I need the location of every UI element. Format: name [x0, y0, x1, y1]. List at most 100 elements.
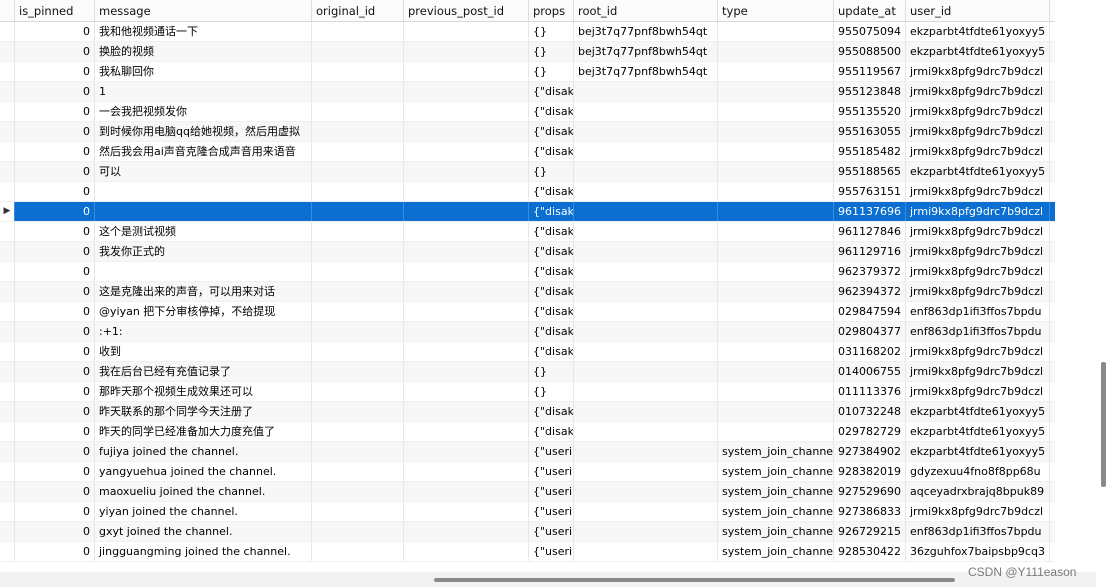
cell-previous-post-id[interactable] — [404, 302, 529, 321]
cell-previous-post-id[interactable] — [404, 62, 529, 81]
table-row[interactable]: 0 换脸的视频 {} bej3t7q77pnf8bwh54qt 955088500 ekz… — [0, 42, 1055, 62]
row-indicator[interactable] — [0, 62, 15, 81]
cell-root-id[interactable] — [574, 262, 718, 281]
cell-user-id[interactable]: jrmi9kx8pfg9drc7b9dczl — [906, 262, 1050, 281]
cell-message[interactable]: 这个是测试视频 — [95, 222, 312, 241]
cell-update-at[interactable]: 962379372 — [834, 262, 906, 281]
cell-props[interactable]: {} — [529, 362, 574, 381]
table-row[interactable]: 0 可以 {} 955188565 ekzparbt4tfdte61yoxyy5 — [0, 162, 1055, 182]
cell-original-id[interactable] — [312, 202, 404, 221]
cell-user-id[interactable]: jrmi9kx8pfg9drc7b9dczl — [906, 342, 1050, 361]
cell-update-at[interactable]: 031168202 — [834, 342, 906, 361]
cell-is-pinned[interactable]: 0 — [15, 502, 95, 521]
cell-original-id[interactable] — [312, 82, 404, 101]
table-row[interactable]: 0 昨天联系的那个同学今天注册了 {"disak 010732248 ekzparbt4… — [0, 402, 1055, 422]
cell-root-id[interactable] — [574, 122, 718, 141]
cell-props[interactable]: {"disak — [529, 302, 574, 321]
cell-user-id[interactable]: jrmi9kx8pfg9drc7b9dczl — [906, 182, 1050, 201]
cell-update-at[interactable]: 961129716 — [834, 242, 906, 261]
table-row[interactable]: 0 {"disak 962379372 jrmi9kx8pfg9drc7b9dczl — [0, 262, 1055, 282]
cell-update-at[interactable]: 011113376 — [834, 382, 906, 401]
cell-message[interactable]: 1 — [95, 82, 312, 101]
row-indicator[interactable] — [0, 182, 15, 201]
cell-message[interactable]: 这是克隆出来的声音，可以用来对话 — [95, 282, 312, 301]
row-indicator[interactable] — [0, 502, 15, 521]
cell-message[interactable] — [95, 182, 312, 201]
cell-type[interactable] — [718, 222, 834, 241]
cell-props[interactable]: {} — [529, 162, 574, 181]
cell-props[interactable]: {"disak — [529, 422, 574, 441]
cell-original-id[interactable] — [312, 362, 404, 381]
cell-is-pinned[interactable]: 0 — [15, 142, 95, 161]
cell-root-id[interactable] — [574, 362, 718, 381]
cell-update-at[interactable]: 961127846 — [834, 222, 906, 241]
cell-update-at[interactable]: 955119567 — [834, 62, 906, 81]
table-row[interactable]: 0 maoxueliu joined the channel. {"useri sys… — [0, 482, 1055, 502]
column-header-user-id[interactable]: user_id — [906, 0, 1050, 21]
cell-is-pinned[interactable]: 0 — [15, 22, 95, 41]
cell-user-id[interactable]: jrmi9kx8pfg9drc7b9dczl — [906, 362, 1050, 381]
cell-type[interactable] — [718, 322, 834, 341]
row-indicator[interactable] — [0, 282, 15, 301]
table-row[interactable]: 0 我和他视频通话一下 {} bej3t7q77pnf8bwh54qt 95507509… — [0, 22, 1055, 42]
cell-type[interactable] — [718, 142, 834, 161]
cell-is-pinned[interactable]: 0 — [15, 342, 95, 361]
cell-is-pinned[interactable]: 0 — [15, 402, 95, 421]
cell-type[interactable]: system_join_channe — [718, 502, 834, 521]
row-indicator[interactable] — [0, 222, 15, 241]
cell-update-at[interactable]: 029804377 — [834, 322, 906, 341]
column-header-previous-post-id[interactable]: previous_post_id — [404, 0, 529, 21]
cell-previous-post-id[interactable] — [404, 122, 529, 141]
cell-update-at[interactable]: 927529690 — [834, 482, 906, 501]
table-row[interactable]: 0 那昨天那个视频生成效果还可以 {} 011113376 jrmi9kx8pfg9dr… — [0, 382, 1055, 402]
table-row[interactable]: 0 昨天的同学已经准备加大力度充值了 {"disak 029782729 ekzparb… — [0, 422, 1055, 442]
cell-original-id[interactable] — [312, 542, 404, 561]
cell-user-id[interactable]: jrmi9kx8pfg9drc7b9dczl — [906, 142, 1050, 161]
cell-message[interactable]: yiyan joined the channel. — [95, 502, 312, 521]
cell-root-id[interactable] — [574, 82, 718, 101]
cell-update-at[interactable]: 955123848 — [834, 82, 906, 101]
column-header-type[interactable]: type — [718, 0, 834, 21]
cell-is-pinned[interactable]: 0 — [15, 62, 95, 81]
cell-props[interactable]: {"disak — [529, 282, 574, 301]
cell-update-at[interactable]: 955135520 — [834, 102, 906, 121]
row-indicator[interactable] — [0, 422, 15, 441]
cell-user-id[interactable]: jrmi9kx8pfg9drc7b9dczl — [906, 82, 1050, 101]
table-row[interactable]: 0:+1: {"disak 029804377 enf863dp1ifi3ffos7b… — [0, 322, 1055, 342]
cell-previous-post-id[interactable] — [404, 222, 529, 241]
cell-previous-post-id[interactable] — [404, 22, 529, 41]
cell-update-at[interactable]: 029782729 — [834, 422, 906, 441]
cell-root-id[interactable] — [574, 442, 718, 461]
cell-update-at[interactable]: 928382019 — [834, 462, 906, 481]
cell-user-id[interactable]: 36zguhfox7baipsbp9cq3 — [906, 542, 1050, 561]
cell-is-pinned[interactable]: 0 — [15, 242, 95, 261]
table-row[interactable]: 0 这是克隆出来的声音，可以用来对话 {"disak 962394372 jrmi9kx… — [0, 282, 1055, 302]
cell-previous-post-id[interactable] — [404, 362, 529, 381]
row-indicator[interactable] — [0, 122, 15, 141]
row-indicator[interactable] — [0, 142, 15, 161]
cell-user-id[interactable]: ekzparbt4tfdte61yoxyy5 — [906, 22, 1050, 41]
table-row[interactable]: 0 到时候你用电脑qq给她视频，然后用虚拟 {"disak 955163055 jrmi… — [0, 122, 1055, 142]
cell-user-id[interactable]: jrmi9kx8pfg9drc7b9dczl — [906, 502, 1050, 521]
cell-props[interactable]: {"disak — [529, 262, 574, 281]
cell-message[interactable]: 收到 — [95, 342, 312, 361]
cell-root-id[interactable]: bej3t7q77pnf8bwh54qt — [574, 22, 718, 41]
cell-props[interactable]: {"disak — [529, 142, 574, 161]
vertical-scrollbar-thumb[interactable] — [1101, 362, 1106, 487]
cell-previous-post-id[interactable] — [404, 442, 529, 461]
cell-props[interactable]: {"disak — [529, 342, 574, 361]
cell-original-id[interactable] — [312, 142, 404, 161]
cell-message[interactable] — [95, 262, 312, 281]
cell-is-pinned[interactable]: 0 — [15, 442, 95, 461]
cell-is-pinned[interactable]: 0 — [15, 422, 95, 441]
table-row[interactable]: 0 yangyuehua joined the channel. {"useri sy… — [0, 462, 1055, 482]
cell-type[interactable]: system_join_channe — [718, 462, 834, 481]
cell-message[interactable]: jingguangming joined the channel. — [95, 542, 312, 561]
cell-type[interactable] — [718, 22, 834, 41]
table-row[interactable]: 0 一会我把视频发你 {"disak 955135520 jrmi9kx8pfg9drc… — [0, 102, 1055, 122]
cell-user-id[interactable]: ekzparbt4tfdte61yoxyy5 — [906, 402, 1050, 421]
row-indicator[interactable] — [0, 82, 15, 101]
row-indicator[interactable] — [0, 462, 15, 481]
cell-type[interactable] — [718, 282, 834, 301]
cell-props[interactable]: {} — [529, 42, 574, 61]
